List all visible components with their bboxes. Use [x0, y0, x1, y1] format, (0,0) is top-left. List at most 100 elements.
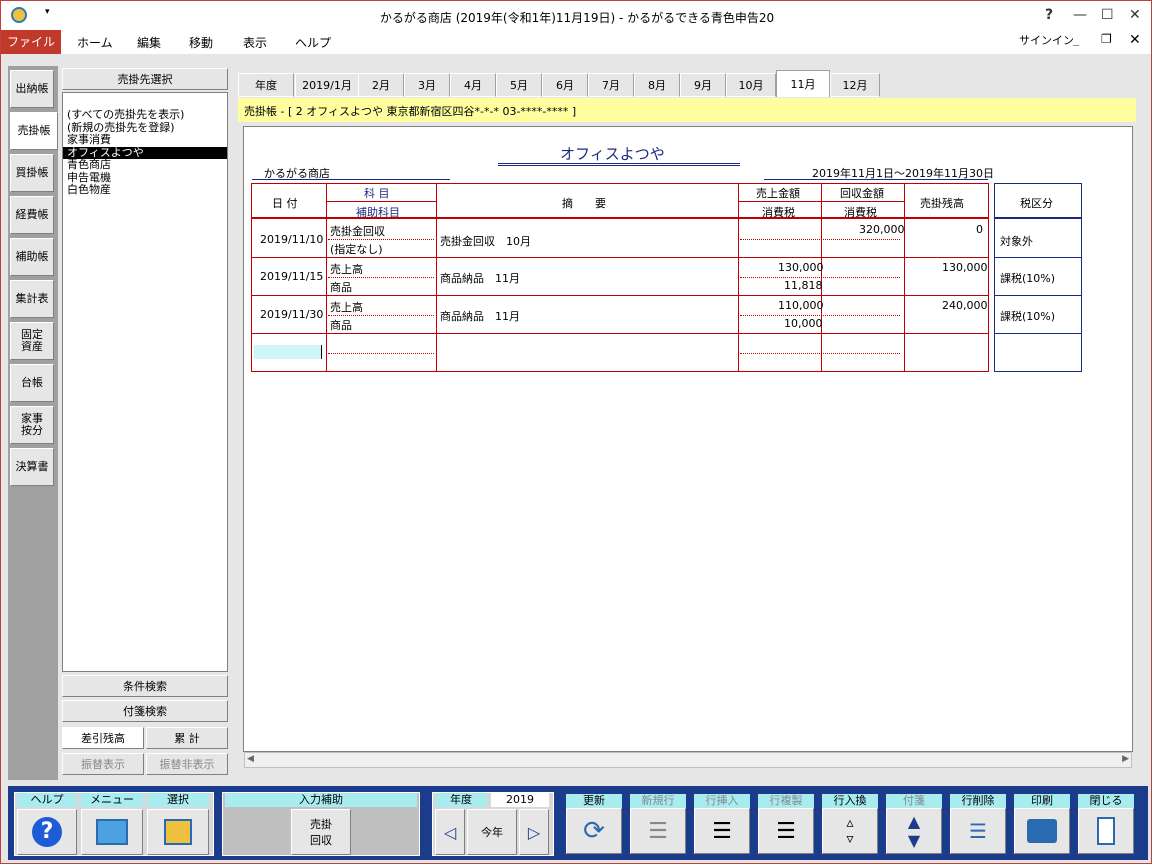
horizontal-scrollbar[interactable]: ◀ ▶ — [244, 752, 1132, 768]
col-taxtype: 税区分 — [1020, 197, 1053, 210]
scroll-left-arrow-icon[interactable]: ◀ — [247, 754, 254, 764]
minimize-button[interactable]: — — [1073, 7, 1087, 23]
row3-sub[interactable]: 商品 — [330, 317, 352, 333]
menu-edit[interactable]: 編集 — [137, 34, 161, 51]
tab-month-6[interactable]: 6月 — [542, 73, 588, 97]
year-label: 年度 — [435, 793, 487, 807]
tab-month-2[interactable]: 2月 — [358, 73, 404, 97]
tab-month-12[interactable]: 12月 — [830, 73, 880, 97]
close-button[interactable]: ✕ — [1129, 7, 1141, 23]
tab-month-9[interactable]: 9月 — [680, 73, 726, 97]
insert-row-button[interactable]: ☰ — [694, 808, 750, 854]
tab-summary[interactable]: 集計表 — [10, 280, 54, 318]
tab-month-3[interactable]: 3月 — [404, 73, 450, 97]
row1-balance[interactable]: 0 — [976, 223, 983, 236]
list-item[interactable]: 家事消費 — [63, 133, 227, 147]
tag-search-button[interactable]: 付箋検索 — [62, 700, 228, 722]
menu-help[interactable]: ヘルプ — [295, 34, 331, 51]
tab-month-5[interactable]: 5月 — [496, 73, 542, 97]
tab-home-allocation[interactable]: 家事按分 — [10, 406, 54, 444]
select-button[interactable] — [147, 809, 209, 855]
tab-payables[interactable]: 買掛帳 — [10, 154, 54, 192]
balance-option[interactable]: 差引残高 — [62, 727, 144, 749]
tab-financial-statements[interactable]: 決算書 — [10, 448, 54, 486]
row1-account[interactable]: 売掛金回収 — [330, 223, 385, 239]
ribbon-minimize-icon[interactable]: _ — [1073, 32, 1079, 46]
row2-account[interactable]: 売上高 — [330, 261, 363, 277]
help-icon[interactable]: ? — [1045, 7, 1053, 23]
transfer-hide-option[interactable]: 振替非表示 — [146, 753, 228, 775]
printer-icon — [1027, 819, 1057, 843]
tab-month-4[interactable]: 4月 — [450, 73, 496, 97]
tab-fixed-assets[interactable]: 固定資産 — [10, 322, 54, 360]
row3-desc[interactable]: 商品納品 11月 — [440, 308, 520, 324]
row1-date[interactable]: 2019/11/10 — [260, 233, 323, 246]
new-row-button[interactable]: ☰ — [630, 808, 686, 854]
condition-search-button[interactable]: 条件検索 — [62, 675, 228, 697]
tab-month-8[interactable]: 8月 — [634, 73, 680, 97]
row2-sales[interactable]: 130,000 — [778, 261, 824, 274]
col-subaccount: 補助科目 — [356, 206, 400, 219]
row1-sub[interactable]: (指定なし) — [330, 241, 383, 257]
row2-date[interactable]: 2019/11/15 — [260, 270, 323, 283]
row2-sub[interactable]: 商品 — [330, 279, 352, 295]
row2-tax1[interactable]: 11,818 — [784, 279, 823, 292]
row3-account[interactable]: 売上高 — [330, 299, 363, 315]
row3-balance[interactable]: 240,000 — [942, 299, 988, 312]
tab-cashbook[interactable]: 出納帳 — [10, 70, 54, 108]
tab-register[interactable]: 台帳 — [10, 364, 54, 402]
list-item[interactable]: 白色物産 — [63, 183, 227, 197]
signin-link[interactable]: サインイン — [1019, 32, 1074, 48]
update-button[interactable]: ⟳ — [566, 808, 622, 854]
tab-receivables[interactable]: 売掛帳 — [10, 112, 58, 150]
row3-tax1[interactable]: 10,000 — [784, 317, 823, 330]
window-title: かるがる商店 (2019年(令和1年)11月19日) - かるがるできる青色申告… — [379, 11, 775, 25]
maximize-button[interactable]: ☐ — [1101, 7, 1114, 23]
new-row-date-input[interactable] — [254, 345, 322, 359]
menu-view[interactable]: 表示 — [243, 34, 267, 51]
row3-date[interactable]: 2019/11/30 — [260, 308, 323, 321]
transfer-show-option[interactable]: 振替表示 — [62, 753, 144, 775]
row2-desc[interactable]: 商品納品 11月 — [440, 270, 520, 286]
row1-desc[interactable]: 売掛金回収 10月 — [440, 233, 531, 249]
swap-row-button[interactable]: ▵ ▿ — [822, 808, 878, 854]
menu-move[interactable]: 移動 — [189, 34, 213, 51]
menu-button[interactable] — [81, 809, 143, 855]
print-button[interactable] — [1014, 808, 1070, 854]
copy-row-button[interactable]: ☰ — [758, 808, 814, 854]
list-item[interactable]: 青色商店 — [63, 158, 227, 172]
tab-month-11[interactable]: 11月 — [776, 70, 830, 97]
prev-year-button[interactable]: ◁ — [435, 809, 465, 855]
tab-month-1[interactable]: 2019/1月 — [295, 73, 359, 97]
menu-home[interactable]: ホーム — [77, 34, 113, 51]
urikake-kaishu-label: 売掛 回収 — [310, 818, 332, 847]
row1-collect[interactable]: 320,000 — [859, 223, 905, 236]
row1-taxtype[interactable]: 対象外 — [1000, 233, 1033, 249]
cumulative-option[interactable]: 累 計 — [146, 727, 228, 749]
tab-subsidiary[interactable]: 補助帳 — [10, 238, 54, 276]
close-app-button[interactable] — [1078, 808, 1134, 854]
tab-month-7[interactable]: 7月 — [588, 73, 634, 97]
tab-year[interactable]: 年度 — [238, 73, 294, 97]
customer-list[interactable]: (すべての売掛先を表示) (新規の売掛先を登録) 家事消費 オフィスよつや 青色… — [62, 92, 228, 672]
row2-taxtype[interactable]: 課税(10%) — [1000, 270, 1055, 286]
row2-balance[interactable]: 130,000 — [942, 261, 988, 274]
tag-button[interactable]: ▲ ▼ — [886, 808, 942, 854]
help-label: ヘルプ — [17, 793, 77, 807]
urikake-kaishu-button[interactable]: 売掛 回収 — [291, 809, 351, 855]
close-doc-icon[interactable]: ✕ — [1129, 32, 1141, 48]
tab-month-10[interactable]: 10月 — [726, 73, 776, 97]
restore-icon[interactable]: ❐ — [1101, 32, 1112, 46]
delete-row-button[interactable]: ☰ — [950, 808, 1006, 854]
this-year-button[interactable]: 今年 — [467, 809, 517, 855]
col-description: 摘 要 — [562, 197, 606, 210]
tab-expenses[interactable]: 経費帳 — [10, 196, 54, 234]
scroll-right-arrow-icon[interactable]: ▶ — [1122, 754, 1129, 764]
next-year-button[interactable]: ▷ — [519, 809, 549, 855]
row3-taxtype[interactable]: 課税(10%) — [1000, 308, 1055, 324]
year-value[interactable]: 2019 — [491, 793, 549, 807]
list-item[interactable]: (すべての売掛先を表示) — [63, 108, 227, 122]
row3-sales[interactable]: 110,000 — [778, 299, 824, 312]
help-button[interactable]: ? — [17, 809, 77, 855]
menu-file[interactable]: ファイル — [1, 30, 61, 54]
